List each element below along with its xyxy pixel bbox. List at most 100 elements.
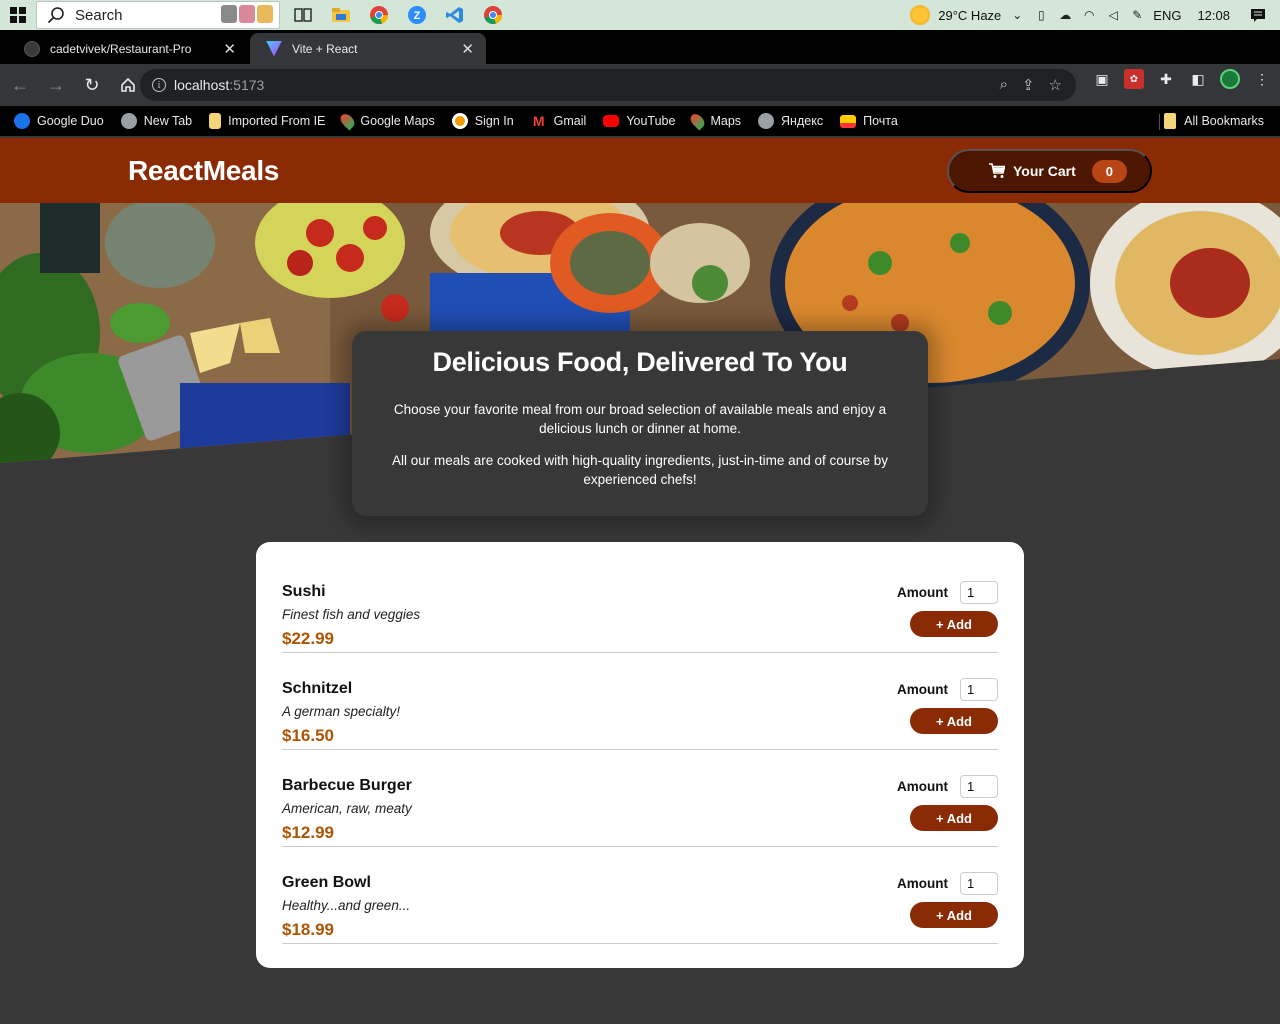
share-icon[interactable]: ⇪ bbox=[1022, 76, 1035, 94]
search-icon bbox=[47, 7, 64, 24]
chrome-menu-icon[interactable]: ⋮ bbox=[1252, 69, 1272, 89]
taskbar-search[interactable]: Search bbox=[36, 1, 280, 29]
tab-github[interactable]: cadetvivek/Restaurant-Pro ✕ bbox=[8, 33, 248, 64]
chrome-profile-icon[interactable] bbox=[480, 2, 506, 28]
amount-input[interactable] bbox=[960, 581, 998, 604]
add-to-cart-button[interactable]: + Add bbox=[910, 805, 998, 831]
onedrive-icon[interactable]: ☁ bbox=[1057, 7, 1073, 23]
bookmark-star-icon[interactable]: ☆ bbox=[1049, 76, 1062, 94]
github-icon bbox=[24, 40, 40, 57]
bookmark-label: Почта bbox=[863, 114, 898, 128]
meals-summary-card: Delicious Food, Delivered To You Choose … bbox=[352, 331, 928, 516]
add-to-cart-button[interactable]: + Add bbox=[910, 708, 998, 734]
meal-item: Green Bowl Healthy...and green... $18.99… bbox=[282, 847, 998, 944]
amount-input[interactable] bbox=[960, 775, 998, 798]
meal-item: Sushi Finest fish and veggies $22.99 Amo… bbox=[282, 556, 998, 653]
bookmark-imported-from-ie[interactable]: Imported From IE bbox=[209, 113, 325, 129]
bookmark-gmail[interactable]: M Gmail bbox=[531, 113, 587, 129]
close-tab-icon[interactable]: ✕ bbox=[223, 40, 236, 58]
mail-icon bbox=[840, 114, 857, 128]
meal-item: Schnitzel A german specialty! $16.50 Amo… bbox=[282, 653, 998, 750]
weather-icon[interactable] bbox=[910, 5, 931, 25]
zoom-icon[interactable]: Z bbox=[404, 2, 430, 28]
bookmark-label: New Tab bbox=[143, 114, 193, 128]
notifications-icon[interactable] bbox=[1250, 7, 1266, 23]
globe-icon bbox=[120, 113, 137, 129]
url-host: localhost bbox=[174, 77, 230, 93]
amount-label: Amount bbox=[897, 876, 948, 891]
bookmark-label: Imported From IE bbox=[228, 114, 326, 128]
amount-input[interactable] bbox=[960, 872, 998, 895]
bookmark-new-tab[interactable]: New Tab bbox=[120, 113, 193, 129]
vscode-icon[interactable] bbox=[442, 2, 468, 28]
chrome-icon[interactable] bbox=[366, 2, 392, 28]
all-bookmarks[interactable]: All Bookmarks bbox=[1164, 113, 1264, 129]
bookmark-sign-in[interactable]: Sign In bbox=[451, 113, 514, 129]
amount-label: Amount bbox=[897, 779, 948, 794]
add-to-cart-button[interactable]: + Add bbox=[910, 902, 998, 928]
side-panel-icon[interactable]: ◧ bbox=[1188, 69, 1208, 89]
pen-icon[interactable]: ✎ bbox=[1129, 7, 1145, 23]
bookmark-label: Яндекс bbox=[781, 114, 824, 128]
bookmark-yandex[interactable]: Яндекс bbox=[758, 113, 823, 129]
folder-icon bbox=[209, 113, 222, 129]
file-explorer-icon[interactable] bbox=[328, 2, 354, 28]
bookmark-label: Maps bbox=[710, 114, 742, 128]
back-icon[interactable]: ← bbox=[4, 69, 36, 101]
bookmark-separator bbox=[1159, 114, 1160, 130]
amount-input[interactable] bbox=[960, 678, 998, 701]
meal-price: $18.99 bbox=[282, 920, 334, 939]
available-meals-card: Sushi Finest fish and veggies $22.99 Amo… bbox=[256, 542, 1024, 968]
bookmark-label: Gmail bbox=[553, 114, 587, 128]
pip-icon[interactable]: ▣ bbox=[1092, 69, 1112, 89]
meal-item: Barbecue Burger American, raw, meaty $12… bbox=[282, 750, 998, 847]
meal-name: Green Bowl bbox=[282, 874, 371, 891]
site-info-icon[interactable]: i bbox=[152, 78, 166, 92]
profile-avatar[interactable] bbox=[1220, 69, 1240, 89]
add-to-cart-button[interactable]: + Add bbox=[910, 611, 998, 637]
wifi-icon[interactable]: ◠ bbox=[1081, 7, 1097, 23]
volume-icon[interactable]: ◁ bbox=[1105, 7, 1121, 23]
bookmark-google-duo[interactable]: Google Duo bbox=[14, 113, 104, 129]
address-bar[interactable]: i localhost:5173 ⌕ ⇪ ☆ bbox=[140, 69, 1076, 101]
cart-count-badge: 0 bbox=[1091, 159, 1127, 183]
clock[interactable]: 12:08 bbox=[1197, 8, 1230, 23]
bookmark-maps[interactable]: Maps bbox=[688, 111, 742, 131]
summary-title: Delicious Food, Delivered To You bbox=[432, 347, 848, 377]
meal-description: Finest fish and veggies bbox=[282, 607, 421, 622]
globe-icon bbox=[758, 113, 775, 129]
meal-description: Healthy...and green... bbox=[282, 898, 411, 913]
maps-pin-icon bbox=[688, 111, 708, 131]
language-indicator[interactable]: ENG bbox=[1153, 8, 1181, 23]
sign-in-icon bbox=[451, 113, 468, 129]
bookmark-google-maps[interactable]: Google Maps bbox=[338, 111, 435, 131]
extensions-puzzle-icon[interactable]: ✚ bbox=[1156, 69, 1176, 89]
bookmark-pochta[interactable]: Почта bbox=[840, 114, 898, 128]
weather-text[interactable]: 29°C Haze bbox=[938, 8, 1001, 23]
browser-tab-strip: cadetvivek/Restaurant-Pro ✕ Vite + React… bbox=[0, 30, 1280, 88]
app-header: ReactMeals Your Cart 0 bbox=[0, 138, 1280, 203]
windows-start-icon[interactable] bbox=[0, 0, 36, 30]
cart-button[interactable]: Your Cart 0 bbox=[947, 149, 1152, 193]
youtube-icon bbox=[603, 115, 620, 127]
device-icon[interactable]: ▯ bbox=[1033, 7, 1049, 23]
tab-title: cadetvivek/Restaurant-Pro bbox=[50, 41, 192, 56]
summary-paragraph-1: Choose your favorite meal from our broad… bbox=[393, 402, 887, 436]
task-view-icon[interactable] bbox=[290, 2, 316, 28]
forward-icon[interactable]: → bbox=[40, 69, 72, 101]
cart-icon bbox=[989, 163, 1005, 178]
zoom-magnifier-icon[interactable]: ⌕ bbox=[1000, 76, 1008, 94]
bookmark-youtube[interactable]: YouTube bbox=[603, 114, 675, 128]
tab-vite-react[interactable]: Vite + React ✕ bbox=[250, 33, 486, 64]
maps-pin-icon bbox=[338, 111, 358, 131]
reload-icon[interactable]: ↻ bbox=[76, 69, 108, 101]
chevron-up-icon[interactable]: ⌄ bbox=[1009, 7, 1025, 23]
tab-title: Vite + React bbox=[292, 41, 358, 56]
extension-red-icon[interactable]: ✿ bbox=[1124, 69, 1144, 89]
windows-taskbar: Search Z 29°C Haze ⌄ ▯ ☁ ◠ ◁ ✎ ENG 12:08 bbox=[0, 0, 1280, 30]
close-tab-icon[interactable]: ✕ bbox=[461, 40, 474, 58]
svg-text:Z: Z bbox=[414, 10, 421, 22]
amount-label: Amount bbox=[897, 682, 948, 697]
folder-icon bbox=[1164, 113, 1177, 129]
all-bookmarks-label: All Bookmarks bbox=[1184, 114, 1264, 128]
